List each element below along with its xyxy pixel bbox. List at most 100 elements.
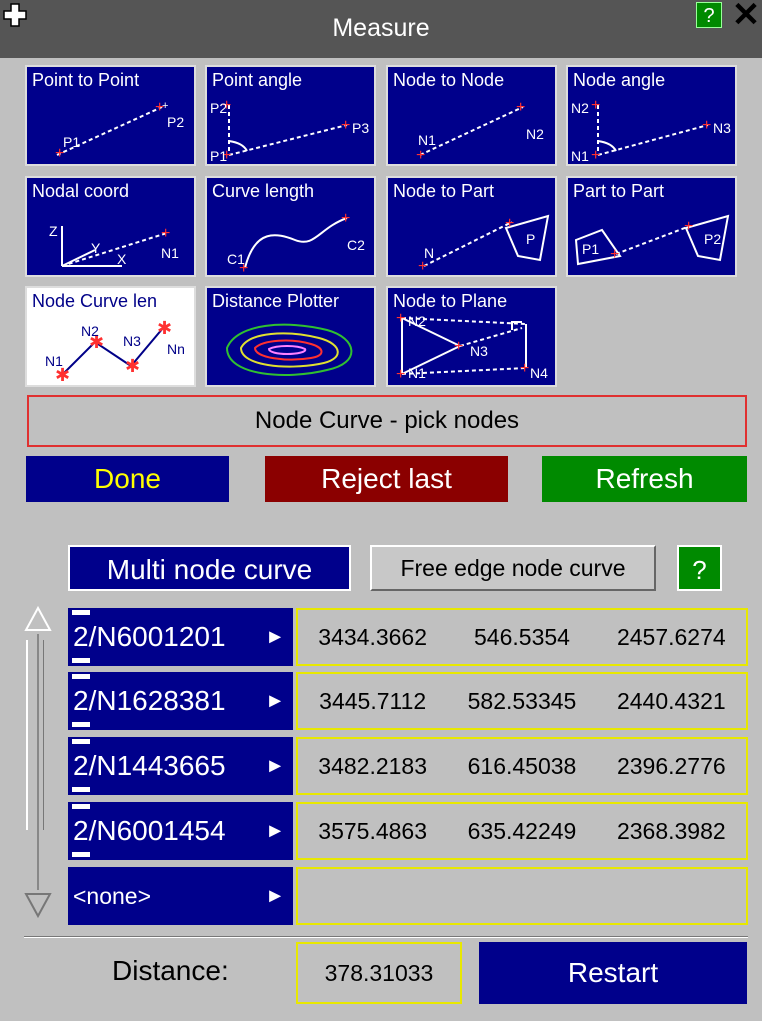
node-coords-row: 3575.4863 635.42249 2368.3982 (296, 802, 748, 860)
svg-text:N1: N1 (571, 148, 589, 164)
node-select-button-empty[interactable]: <none> ► (68, 867, 293, 925)
svg-text:+: + (161, 225, 170, 242)
svg-text:+: + (341, 117, 350, 134)
node-coords-row: 3445.7112 582.53345 2440.4321 (296, 672, 748, 730)
node-to-node-diagram: + + N1 N2 (416, 99, 544, 164)
svg-text:✱: ✱ (125, 356, 140, 376)
restart-button[interactable]: Restart (479, 942, 747, 1004)
svg-text:N1: N1 (161, 245, 179, 261)
scroll-up-icon[interactable] (24, 604, 52, 634)
node-coords-row-empty (296, 867, 748, 925)
node-angle-diagram: + + + N2 N1 N3 (571, 97, 731, 164)
node-to-plane-diagram: + + + + N2 N1 N3 N4 (396, 310, 548, 383)
curve-length-diagram: + + C1 C2 (227, 210, 365, 277)
svg-text:N1: N1 (418, 132, 436, 148)
svg-text:P2: P2 (704, 231, 721, 247)
svg-text:P3: P3 (352, 120, 369, 136)
arrow-right-icon: ► (265, 626, 285, 648)
svg-text:Y: Y (91, 240, 101, 256)
svg-text:P2: P2 (210, 100, 227, 116)
tile-nodal-coord[interactable]: Nodal coord + Z Y X N1 (25, 176, 196, 277)
help-icon[interactable]: ? (696, 2, 722, 28)
arrow-right-icon: ► (265, 820, 285, 842)
point-to-point-diagram: + + + P1 P2 (55, 99, 184, 162)
svg-text:X: X (117, 251, 127, 267)
svg-text:N1: N1 (45, 353, 63, 369)
svg-text:+: + (155, 99, 164, 116)
point-angle-diagram: + + + P2 P1 P3 (210, 97, 369, 164)
svg-text:+: + (416, 147, 425, 164)
move-icon[interactable] (2, 2, 28, 28)
svg-text:N3: N3 (123, 333, 141, 349)
svg-text:N1: N1 (408, 365, 426, 381)
svg-text:P1: P1 (582, 241, 599, 257)
svg-text:+: + (396, 310, 405, 327)
svg-text:+: + (520, 360, 529, 377)
svg-text:N3: N3 (713, 120, 731, 136)
svg-text:+: + (591, 97, 600, 114)
svg-text:P1: P1 (63, 134, 80, 150)
svg-text:+: + (702, 117, 711, 134)
window-title: Measure (332, 14, 430, 42)
svg-text:N: N (424, 245, 434, 261)
distance-plotter-diagram (225, 323, 353, 376)
part-to-part-diagram: + + P1 P2 (574, 214, 730, 266)
node-coords-row: 3482.2183 616.45038 2396.2776 (296, 737, 748, 795)
tile-node-angle[interactable]: Node angle + + + N2 N1 N3 (566, 65, 737, 166)
svg-text:+: + (516, 99, 525, 116)
svg-text:N3: N3 (470, 343, 488, 359)
svg-text:+: + (610, 246, 619, 263)
close-icon[interactable]: ✕ (730, 0, 762, 32)
nodal-coord-diagram: + Z Y X N1 (49, 223, 179, 267)
distance-value: 378.31033 (296, 942, 462, 1004)
svg-text:+: + (454, 338, 463, 355)
free-edge-node-curve-button[interactable]: Free edge node curve (370, 545, 656, 591)
svg-text:P: P (526, 231, 535, 247)
tile-part-to-part[interactable]: Part to Part + + P1 P2 (566, 176, 737, 277)
svg-text:C1: C1 (227, 251, 245, 267)
tile-node-to-plane[interactable]: Node to Plane + + + + N2 N1 N3 N4 (386, 286, 557, 387)
node-select-button[interactable]: 2/N1443665 ► (68, 737, 293, 795)
arrow-right-icon: ► (265, 690, 285, 712)
distance-label: Distance: (112, 955, 229, 986)
done-button[interactable]: Done (26, 456, 229, 502)
svg-text:✱: ✱ (157, 318, 172, 338)
svg-text:+: + (591, 147, 600, 164)
svg-text:Nn: Nn (167, 341, 185, 357)
svg-text:+: + (684, 218, 693, 235)
node-curve-len-diagram: ✱ ✱ ✱ ✱ N1 N2 N3 Nn (45, 318, 185, 385)
status-message: Node Curve - pick nodes (27, 395, 747, 447)
svg-text:+: + (396, 366, 405, 383)
scroll-down-icon[interactable] (24, 890, 52, 920)
svg-text:+: + (341, 210, 350, 227)
arrow-right-icon: ► (265, 755, 285, 777)
tile-curve-length[interactable]: Curve length + + C1 C2 (205, 176, 376, 277)
svg-text:C2: C2 (347, 237, 365, 253)
scroll-thumb[interactable] (26, 640, 44, 830)
arrow-right-icon: ► (265, 885, 285, 907)
svg-text:N2: N2 (81, 323, 99, 339)
help-button[interactable]: ? (677, 545, 722, 591)
tile-node-to-node[interactable]: Node to Node + + N1 N2 (386, 65, 557, 166)
svg-text:Z: Z (49, 223, 58, 239)
node-select-button[interactable]: 2/N1628381 ► (68, 672, 293, 730)
node-coords-row: 3434.3662 546.5354 2457.6274 (296, 608, 748, 666)
tile-point-angle[interactable]: Point angle + + + P2 P1 P3 (205, 65, 376, 166)
tile-point-to-point[interactable]: Point to Point + + + P1 P2 (25, 65, 196, 166)
node-select-button[interactable]: 2/N6001454 ► (68, 802, 293, 860)
tile-distance-plotter[interactable]: Distance Plotter (205, 286, 376, 387)
svg-text:+: + (505, 215, 514, 232)
tile-node-curve-len[interactable]: Node Curve len ✱ ✱ ✱ ✱ N1 N2 N3 Nn (25, 286, 196, 387)
svg-text:N2: N2 (408, 313, 426, 329)
node-select-button[interactable]: 2/N6001201 ► (68, 608, 293, 666)
reject-last-button[interactable]: Reject last (265, 456, 508, 502)
svg-text:P1: P1 (210, 148, 227, 164)
tile-node-to-part[interactable]: Node to Part + + N P (386, 176, 557, 277)
separator (24, 936, 748, 938)
multi-node-curve-button[interactable]: Multi node curve (68, 545, 351, 591)
svg-text:N2: N2 (571, 100, 589, 116)
svg-text:N2: N2 (526, 126, 544, 142)
svg-text:P2: P2 (167, 114, 184, 130)
svg-text:N4: N4 (530, 365, 548, 381)
refresh-button[interactable]: Refresh (542, 456, 747, 502)
